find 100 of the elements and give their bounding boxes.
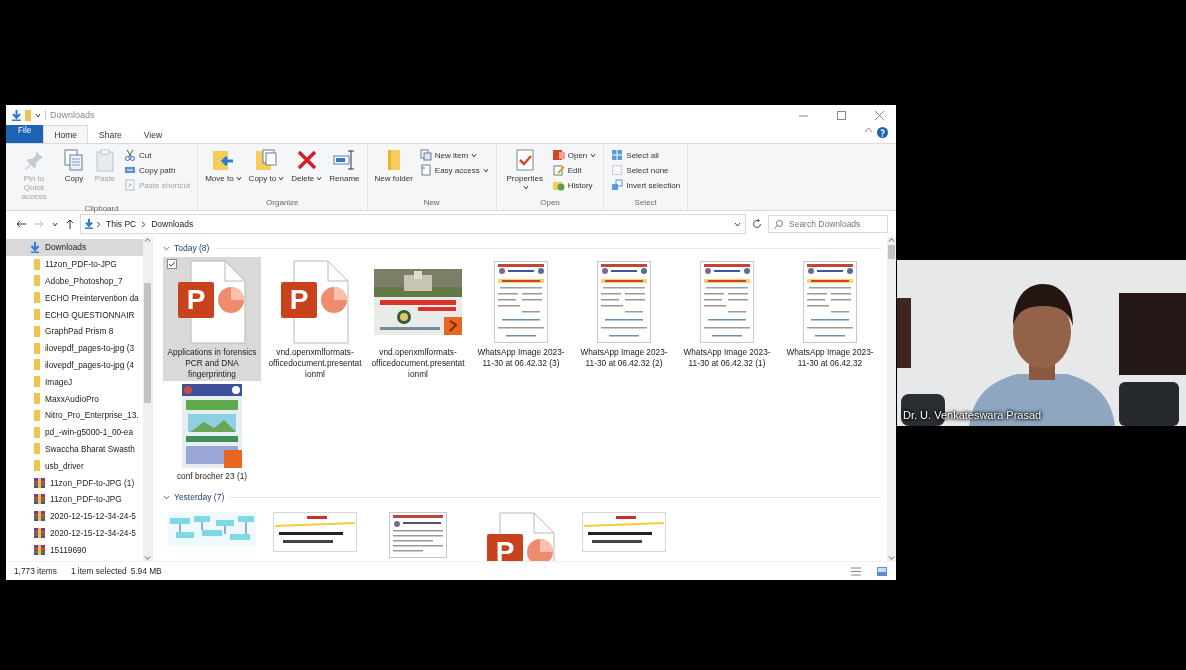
file-item[interactable]: P Applications in forensics PCR and DNA fingerprinting [163,257,261,382]
tree-item[interactable]: ECHO QUESTIONNAIR [6,306,143,323]
group-label: Select [633,198,658,209]
ribbon-tab[interactable]: View [132,125,174,143]
archive-icon [34,527,45,538]
file-item[interactable]: P vnd.openxmlformats-officedocument.presentationml [266,257,364,382]
address-bar[interactable]: This PC Downloads [80,214,746,234]
folder-icon [34,426,40,438]
tree-item[interactable]: GraphPad Prism 8 [6,323,143,340]
chevron-icon [141,220,147,228]
scrollbar-thumb[interactable] [144,283,151,403]
folder-icon [34,443,40,455]
tree-item[interactable]: 2020-12-15-12-34-24-5 [6,524,143,542]
caret-up-icon [864,127,873,133]
file-item[interactable]: WhatsApp Image 2023-11-30 at 06.42.32 (2) [575,257,673,371]
tree-item[interactable]: 11zon_PDF-to-JPG [6,255,143,273]
ribbon-button[interactable]: New item [416,148,492,162]
scroll-up-icon[interactable] [144,237,151,243]
ribbon-button[interactable]: Move to [202,146,245,186]
file-item[interactable]: P [472,506,570,561]
item-count: 1,773 items [14,566,57,576]
folder-icon [34,258,40,270]
scrollbar[interactable] [887,237,896,561]
file-item[interactable]: conf brocher 23 (1) [163,381,261,485]
scroll-down-icon[interactable] [888,555,895,561]
tree-item[interactable]: 15119690 [6,541,143,559]
folder-icon [34,376,40,388]
folder-icon [34,359,40,371]
tree-item[interactable]: 2020-12-15-12-34-24-5 [6,507,143,525]
scroll-up-icon[interactable] [888,237,895,243]
folder-icon [34,393,40,405]
scrollbar[interactable] [143,237,152,561]
ribbon-button[interactable]: Cut [121,148,194,162]
tree-item[interactable]: usb_driver [6,457,143,475]
checkbox[interactable] [167,259,177,269]
select-none-icon [611,164,624,176]
group-header[interactable]: Today (8) [163,243,210,253]
details-view-button[interactable] [850,565,862,577]
ribbon-button[interactable]: Delete [288,146,326,186]
ribbon-tab[interactable]: File [6,125,44,143]
tree-item[interactable]: ImageJ [6,373,143,391]
ribbon-button[interactable]: Select none [608,163,684,177]
ribbon-button[interactable]: Properties [500,146,549,195]
ribbon-button[interactable]: Copy [59,146,89,186]
search-field[interactable]: Search Downloads [768,215,888,233]
up-button[interactable] [64,217,76,231]
ribbon-button[interactable]: Edit [549,163,600,177]
archive-icon [34,477,45,488]
back-button[interactable] [14,218,28,230]
caret-icon [35,112,41,118]
scrollbar-thumb[interactable] [888,245,895,259]
breadcrumb[interactable]: Downloads [149,219,196,229]
file-item[interactable]: WhatsApp Image 2023-11-30 at 06.42.32 (1) [678,257,776,371]
tree-item[interactable]: ECHO Preintervention da [6,289,143,307]
ribbon-button[interactable]: Open [549,148,600,162]
details-view-icon [851,566,861,576]
tree-item[interactable]: Adobe_Photoshop_7 [6,272,143,290]
ribbon-button[interactable]: Invert selection [608,178,684,192]
download-icon [30,241,40,253]
folder-icon [34,342,40,354]
tree-item[interactable]: 11zon_PDF-to-JPG [6,490,143,508]
file-item[interactable]: WhatsApp Image 2023-11-30 at 06.42.32 (3) [472,257,570,371]
maximize-icon [836,110,846,120]
search-icon [774,220,783,229]
chevron-down-icon [163,494,170,500]
ribbon-button[interactable]: Select all [608,148,684,162]
breadcrumb[interactable]: This PC [104,219,139,229]
large-icons-view-button[interactable] [876,565,888,577]
ribbon-button[interactable]: Copy path [121,163,194,177]
file-item[interactable]: vnd.openxmlformats-officedocument.presentationml [369,257,467,382]
ribbon-tab[interactable]: Share [88,125,133,143]
file-item[interactable]: WhatsApp Image 2023-11-30 at 06.42.32 [781,257,879,371]
group-header[interactable]: Yesterday (7) [163,492,225,503]
ribbon-button[interactable]: Easy access [416,163,492,177]
group-label: New [422,198,441,209]
group-label: Organize [265,198,300,209]
folder-icon [25,109,31,121]
tree-item[interactable]: Downloads [6,239,143,256]
forward-arrow-icon [34,220,44,228]
ribbon-button[interactable]: Copy to [245,146,288,186]
folder-icon [34,275,40,287]
scroll-down-icon[interactable] [144,555,151,561]
back-arrow-icon [16,220,26,228]
tree-item[interactable]: MaxxAudioPro [6,390,143,407]
tree-item[interactable]: ilovepdf_pages-to-jpg (4 [6,356,143,374]
ribbon-button[interactable]: Rename [326,146,363,186]
ribbon-tab[interactable]: Home [43,125,89,143]
edit-icon [552,164,565,176]
archive-icon [34,544,45,555]
tree-item[interactable]: pd_-win-g5000-1_00-ea [6,423,143,441]
selection-size: 5.94 MB [130,566,162,576]
ribbon-button[interactable]: History [549,178,600,192]
refresh-button[interactable] [750,217,764,231]
history-icon [552,179,565,191]
tree-item[interactable]: Nitro_Pro_Enterprise_13. [6,406,143,424]
refresh-icon [752,219,762,229]
tree-item[interactable]: ilovepdf_pages-to-jpg (3 [6,339,143,357]
tree-item[interactable]: Swaccha Bharat Swasth [6,440,143,458]
tree-item[interactable]: 11zon_PDF-to-JPG (1) [6,474,143,491]
ribbon-button[interactable]: New folder [371,146,416,186]
